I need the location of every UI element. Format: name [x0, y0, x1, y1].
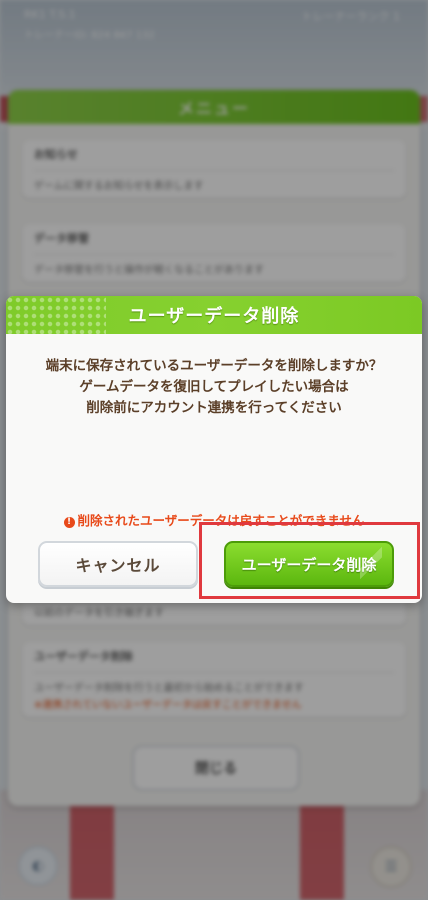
- dialog-message-line: 削除前にアカウント連携を行ってください: [86, 400, 342, 416]
- dialog-message-line: 端末に保存されているユーザーデータを削除しますか？: [45, 358, 383, 374]
- dialog-header: ユーザーデータ削除: [6, 296, 422, 334]
- dialog-message: 端末に保存されているユーザーデータを削除しますか？ ゲームデータを復旧してプレイ…: [6, 356, 422, 419]
- highlight-box: [199, 522, 420, 599]
- dialog-message-line: ゲームデータを復旧してプレイしたい場合は: [79, 379, 349, 395]
- cancel-button-label: キャンセル: [75, 556, 161, 575]
- dialog-title: ユーザーデータ削除: [128, 306, 300, 327]
- header-pattern: [6, 296, 106, 334]
- exclamation-circle-icon: !: [63, 517, 75, 528]
- cancel-button[interactable]: キャンセル: [38, 541, 198, 587]
